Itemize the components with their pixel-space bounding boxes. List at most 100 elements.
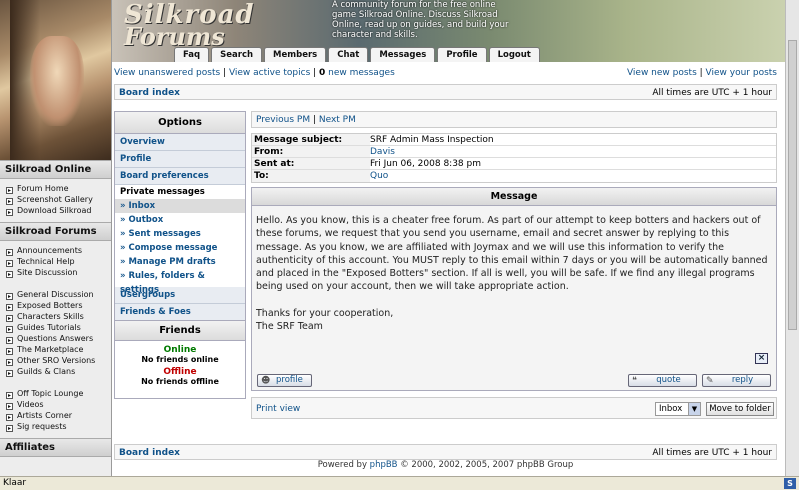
- sidebar-section-title: Silkroad Online: [0, 160, 111, 179]
- pm-drafts[interactable]: » Manage PM drafts: [115, 255, 245, 269]
- expand-box-icon: ▸: [6, 326, 13, 333]
- print-view-link[interactable]: Print view: [256, 404, 300, 414]
- expand-box-icon: ▸: [6, 249, 13, 256]
- sidebar-item[interactable]: ▸ Announcements: [6, 245, 111, 256]
- message-sent-at: Fri Jun 06, 2008 8:38 pm: [370, 159, 481, 169]
- nav-logout[interactable]: Logout: [488, 47, 540, 62]
- expand-box-icon: ▸: [6, 271, 13, 278]
- pm-outbox[interactable]: » Outbox: [115, 213, 245, 227]
- pm-rules[interactable]: » Rules, folders & settings: [115, 269, 245, 295]
- sidebar-item[interactable]: ▸ Sig requests: [6, 421, 111, 432]
- pm-header: Private messages: [115, 185, 245, 199]
- view-new-posts-link[interactable]: View new posts: [627, 68, 697, 78]
- sidebar-item[interactable]: ▸ The Marketplace: [6, 344, 111, 355]
- pm-sent[interactable]: » Sent messages: [115, 227, 245, 241]
- breadcrumb-bottom: Board index All times are UTC + 1 hour: [114, 444, 777, 460]
- option-overview[interactable]: Overview: [115, 134, 245, 151]
- friends-panel: Friends Online No friends online Offline…: [114, 320, 246, 399]
- board-index-link[interactable]: Board index: [119, 448, 180, 458]
- main-nav: Faq Search Members Chat Messages Profile…: [174, 47, 542, 62]
- expand-box-icon: ▸: [6, 209, 13, 216]
- delete-message-button[interactable]: ×: [755, 353, 768, 364]
- nav-members[interactable]: Members: [264, 47, 327, 62]
- next-pm-link[interactable]: Next PM: [319, 115, 356, 125]
- nav-profile[interactable]: Profile: [437, 47, 487, 62]
- sidebar-item[interactable]: ▸ Guilds & Clans: [6, 366, 111, 377]
- offline-empty: No friends offline: [141, 377, 219, 386]
- sidebar-item[interactable]: ▸ Download Silkroad: [6, 205, 111, 216]
- security-icon: S: [784, 478, 796, 489]
- sidebar-item[interactable]: ▸ Technical Help: [6, 256, 111, 267]
- window-scrollbar[interactable]: [785, 0, 799, 476]
- sidebar-section-title: Affiliates: [0, 438, 111, 457]
- message-from-link[interactable]: Davis: [370, 146, 395, 157]
- reply-button[interactable]: ✎ reply: [702, 374, 771, 387]
- phpbb-link[interactable]: phpBB: [370, 460, 398, 470]
- pm-inbox[interactable]: » Inbox: [115, 199, 245, 213]
- message-to-link[interactable]: Quo: [370, 170, 388, 182]
- sidebar-item[interactable]: ▸ Other SRO Versions: [6, 355, 111, 366]
- reply-icon: ✎: [706, 376, 714, 386]
- nav-faq[interactable]: Faq: [174, 47, 210, 62]
- board-index-link[interactable]: Board index: [119, 88, 180, 98]
- view-unanswered-link[interactable]: View unanswered posts: [114, 68, 220, 78]
- nav-messages[interactable]: Messages: [370, 47, 436, 62]
- new-messages-link[interactable]: new messages: [325, 68, 395, 78]
- sidebar-section-title: Silkroad Forums: [0, 222, 111, 241]
- expand-box-icon: ▸: [6, 187, 13, 194]
- message-subject: SRF Admin Mass Inspection: [370, 135, 494, 145]
- view-your-posts-link[interactable]: View your posts: [706, 68, 777, 78]
- site-blurb: A community forum for the free online ga…: [332, 0, 509, 40]
- message-actions-bar: Print view Inbox ▼ Move to folder: [251, 397, 777, 419]
- message-header: Message: [252, 188, 776, 206]
- quote-icon: ❝: [632, 376, 637, 386]
- nav-chat[interactable]: Chat: [328, 47, 369, 62]
- pm-navigation: Previous PM | Next PM: [251, 111, 777, 128]
- sidebar-item[interactable]: ▸ Questions Answers: [6, 333, 111, 344]
- breadcrumb: Board index All times are UTC + 1 hour: [114, 84, 777, 100]
- expand-box-icon: ▸: [6, 370, 13, 377]
- sidebar-item[interactable]: ▸ Exposed Botters: [6, 300, 111, 311]
- option-usergroups[interactable]: Usergroups: [115, 287, 245, 304]
- profile-button[interactable]: ☻ profile: [257, 374, 312, 387]
- folder-select[interactable]: Inbox ▼: [655, 402, 701, 416]
- sidebar-item[interactable]: ▸ Artists Corner: [6, 410, 111, 421]
- sidebar-list-online: ▸ Forum Home ▸ Screenshot Gallery ▸ Downloa…: [0, 179, 111, 222]
- sidebar-item[interactable]: ▸ General Discussion: [6, 289, 111, 300]
- view-active-topics-link[interactable]: View active topics: [229, 68, 310, 78]
- sidebar-item[interactable]: ▸ Forum Home: [6, 183, 111, 194]
- nav-search[interactable]: Search: [211, 47, 263, 62]
- expand-box-icon: ▸: [6, 198, 13, 205]
- move-to-folder-button[interactable]: Move to folder: [706, 402, 774, 416]
- sidebar-item[interactable]: ▸ Off Topic Lounge: [6, 388, 111, 399]
- timezone-note: All times are UTC + 1 hour: [652, 88, 772, 98]
- sidebar-item[interactable]: ▸ Characters Skills: [6, 311, 111, 322]
- profile-icon: ☻: [261, 376, 271, 386]
- pm-compose[interactable]: » Compose message: [115, 241, 245, 255]
- option-profile[interactable]: Profile: [115, 151, 245, 168]
- offline-label: Offline: [163, 367, 197, 377]
- online-empty: No friends online: [141, 355, 219, 364]
- browser-status-bar: Klaar S: [0, 476, 799, 490]
- expand-box-icon: ▸: [6, 392, 13, 399]
- quick-links-bar: View unanswered posts | View active topi…: [114, 68, 777, 78]
- expand-box-icon: ▸: [6, 359, 13, 366]
- site-logo[interactable]: Silkroad Forums: [124, 2, 255, 49]
- options-panel: Options Overview Profile Board preferenc…: [114, 111, 246, 322]
- sidebar-item[interactable]: ▸ Screenshot Gallery: [6, 194, 111, 205]
- timezone-note: All times are UTC + 1 hour: [652, 448, 772, 458]
- site-banner: Silkroad Forums A community forum for th…: [112, 0, 799, 62]
- sidebar-item[interactable]: ▸ Site Discussion: [6, 267, 111, 278]
- previous-pm-link[interactable]: Previous PM: [256, 115, 310, 125]
- scrollbar-thumb[interactable]: [788, 40, 797, 330]
- expand-box-icon: ▸: [6, 425, 13, 432]
- option-board-preferences[interactable]: Board preferences: [115, 168, 245, 185]
- warrior-artwork: [0, 0, 111, 160]
- expand-box-icon: ▸: [6, 293, 13, 300]
- quote-button[interactable]: ❝ quote: [628, 374, 697, 387]
- expand-box-icon: ▸: [6, 337, 13, 344]
- status-text: Klaar: [3, 478, 27, 488]
- sidebar-item[interactable]: ▸ Videos: [6, 399, 111, 410]
- option-friends-foes[interactable]: Friends & Foes: [115, 304, 245, 321]
- sidebar-item[interactable]: ▸ Guides Tutorials: [6, 322, 111, 333]
